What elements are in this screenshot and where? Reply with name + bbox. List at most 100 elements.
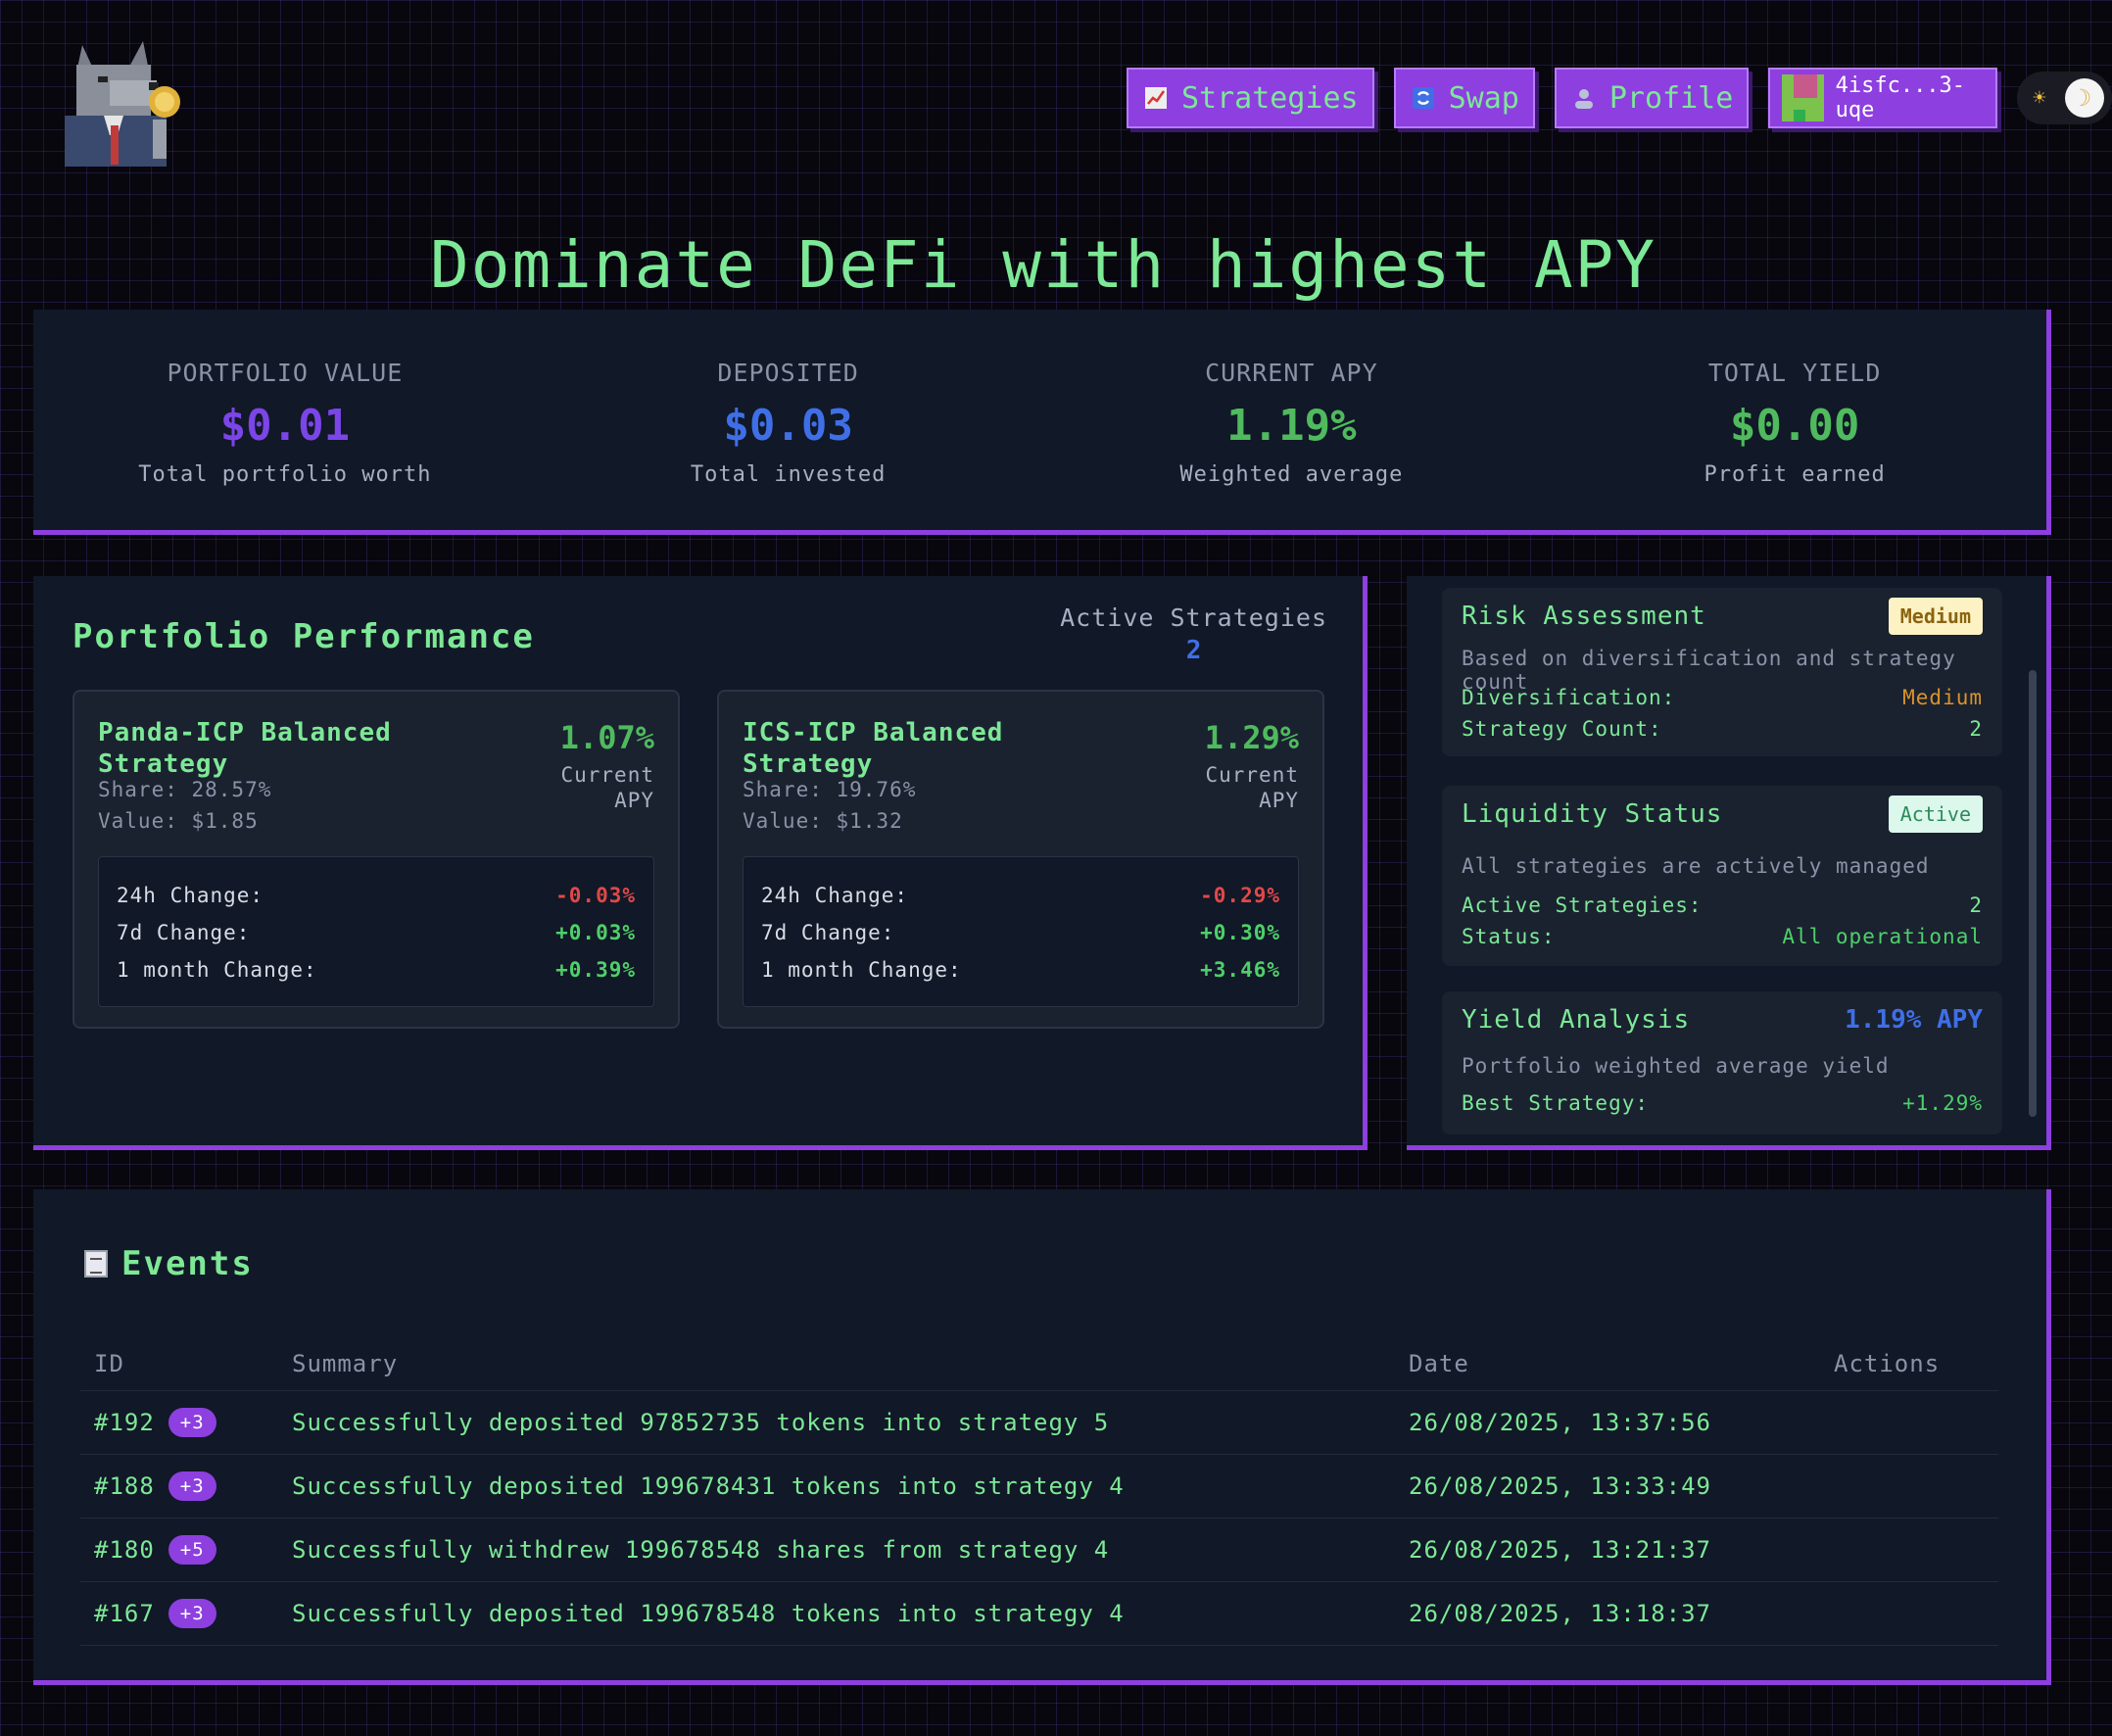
events-header: Events (84, 1244, 254, 1283)
events-table: ID Summary Date Actions #192 +3 Successf… (80, 1336, 1998, 1646)
change-label: 1 month Change: (117, 958, 317, 982)
panel-scrollbar[interactable] (2029, 670, 2037, 1117)
risk-level-badge: Medium (1888, 598, 1983, 635)
stat-total-yield: TOTAL YIELD $0.00 Profit earned (1543, 310, 2046, 530)
event-date: 26/08/2025, 13:21:37 (1409, 1536, 1711, 1564)
strategy-apy: 1.29% (1204, 719, 1299, 756)
table-header: ID Summary Date Actions (80, 1336, 1998, 1391)
event-date: 26/08/2025, 13:37:56 (1409, 1409, 1711, 1436)
row-label: Best Strategy: (1462, 1091, 1650, 1115)
row-label: Strategy Count: (1462, 717, 1662, 741)
event-date: 26/08/2025, 13:18:37 (1409, 1600, 1711, 1627)
event-id-cell: #180 +5 (80, 1535, 292, 1565)
stat-current-apy: CURRENT APY 1.19% Weighted average (1040, 310, 1544, 530)
strategy-share: Share: 19.76% (743, 778, 917, 801)
nav-profile-label: Profile (1608, 80, 1734, 116)
stat-subtitle: Weighted average (1179, 462, 1404, 487)
event-id: #167 (94, 1600, 155, 1627)
change-label: 7d Change: (117, 921, 251, 944)
change-row-7d: 7d Change: +0.30% (761, 914, 1280, 951)
strategy-apy: 1.07% (559, 719, 654, 756)
change-row-1m: 1 month Change: +3.46% (761, 951, 1280, 989)
nav-strategies-label: Strategies (1181, 80, 1359, 116)
row-value: 2 (1969, 717, 1983, 741)
change-label: 7d Change: (761, 921, 895, 944)
nav-strategies-button[interactable]: Strategies (1127, 68, 1374, 128)
strategy-changes: 24h Change: -0.03% 7d Change: +0.03% 1 m… (98, 856, 654, 1007)
row-label: Status: (1462, 925, 1556, 948)
liquidity-status-badge: Active (1888, 796, 1983, 833)
wolf-mascot-logo[interactable] (55, 37, 182, 167)
change-row-1m: 1 month Change: +0.39% (117, 951, 636, 989)
stat-label: TOTAL YIELD (1707, 359, 1882, 387)
nav-swap-button[interactable]: Swap (1393, 68, 1535, 128)
wallet-avatar (1782, 74, 1824, 121)
row-value: +1.29% (1902, 1091, 1983, 1115)
strategy-name: ICS-ICP Balanced Strategy (743, 718, 1004, 779)
best-strategy-row: Best Strategy: +1.29% (1462, 1091, 1983, 1115)
yield-analysis-card: Yield Analysis 1.19% APY Portfolio weigh… (1442, 991, 2002, 1134)
active-strategies-counter: Active Strategies 2 (1060, 603, 1327, 665)
risk-analysis-panel[interactable]: Risk Assessment Medium Based on diversif… (1407, 576, 2051, 1150)
card-description: Portfolio weighted average yield (1462, 1054, 1890, 1078)
receipt-icon (84, 1250, 108, 1278)
event-id: #188 (94, 1472, 155, 1500)
event-count-badge[interactable]: +3 (168, 1471, 216, 1501)
liquidity-status-card: Liquidity Status Active All strategies a… (1442, 786, 2002, 966)
table-row[interactable]: #188 +3 Successfully deposited 199678431… (80, 1455, 1998, 1519)
swap-icon (1410, 84, 1437, 112)
top-navigation: Strategies Swap Profile 4isfc...3-uqe ☀ … (1127, 63, 2112, 133)
event-id-cell: #192 +3 (80, 1408, 292, 1437)
events-title: Events (121, 1244, 254, 1283)
card-title: Risk Assessment (1462, 602, 1706, 631)
stat-value: $0.00 (1729, 401, 1860, 451)
nav-profile-button[interactable]: Profile (1554, 68, 1750, 128)
strategy-name: Panda-ICP Balanced Strategy (98, 718, 392, 779)
change-value: +0.03% (555, 921, 636, 944)
active-strategies-row: Active Strategies: 2 (1462, 893, 1983, 917)
strategy-apy-label: Current APY (1205, 763, 1299, 812)
event-count-badge[interactable]: +3 (168, 1599, 216, 1628)
sun-icon: ☀ (2033, 85, 2046, 111)
row-label: Active Strategies: (1462, 893, 1703, 917)
stat-subtitle: Profit earned (1704, 462, 1886, 487)
wallet-address: 4isfc...3-uqe (1835, 73, 1966, 122)
active-strategies-label: Active Strategies (1060, 603, 1327, 632)
event-id-cell: #188 +3 (80, 1471, 292, 1501)
event-id: #192 (94, 1409, 155, 1436)
theme-toggle[interactable]: ☀ ☽ (2017, 72, 2112, 124)
strategy-card[interactable]: ICS-ICP Balanced Strategy 1.29% Current … (717, 690, 1324, 1029)
table-row[interactable]: #167 +3 Successfully deposited 199678548… (80, 1582, 1998, 1646)
event-id: #180 (94, 1536, 155, 1564)
event-count-badge[interactable]: +3 (168, 1408, 216, 1437)
risk-assessment-card: Risk Assessment Medium Based on diversif… (1442, 588, 2002, 756)
event-summary: Successfully deposited 97852735 tokens i… (292, 1409, 1110, 1436)
active-strategies-count: 2 (1185, 636, 1202, 665)
table-row[interactable]: #180 +5 Successfully withdrew 199678548 … (80, 1519, 1998, 1582)
status-row: Status: All operational (1462, 925, 1983, 948)
stat-portfolio-value: PORTFOLIO VALUE $0.01 Total portfolio wo… (33, 310, 537, 530)
event-summary: Successfully withdrew 199678548 shares f… (292, 1536, 1110, 1564)
change-value: +0.39% (555, 958, 636, 982)
nav-swap-label: Swap (1448, 80, 1519, 116)
event-count-badge[interactable]: +5 (168, 1535, 216, 1565)
table-row[interactable]: #192 +3 Successfully deposited 97852735 … (80, 1391, 1998, 1455)
stat-label: DEPOSITED (717, 359, 859, 387)
strategy-card[interactable]: Panda-ICP Balanced Strategy 1.07% Curren… (72, 690, 680, 1029)
strategy-count-row: Strategy Count: 2 (1462, 717, 1983, 741)
wallet-button[interactable]: 4isfc...3-uqe (1768, 68, 1998, 128)
column-header-id: ID (94, 1349, 124, 1377)
column-header-actions: Actions (1834, 1349, 1941, 1377)
change-label: 1 month Change: (761, 958, 962, 982)
moon-icon: ☽ (2065, 78, 2104, 118)
chart-icon (1142, 84, 1170, 112)
column-header-summary: Summary (292, 1349, 399, 1377)
change-value: +3.46% (1200, 958, 1280, 982)
change-label: 24h Change: (117, 884, 264, 907)
stat-label: CURRENT APY (1205, 359, 1378, 387)
stat-deposited: DEPOSITED $0.03 Total invested (537, 310, 1040, 530)
strategy-share: Share: 28.57% (98, 778, 272, 801)
portfolio-stats-panel: PORTFOLIO VALUE $0.01 Total portfolio wo… (33, 310, 2051, 535)
strategy-apy-label: Current APY (560, 763, 654, 812)
stat-value: $0.03 (723, 401, 853, 451)
